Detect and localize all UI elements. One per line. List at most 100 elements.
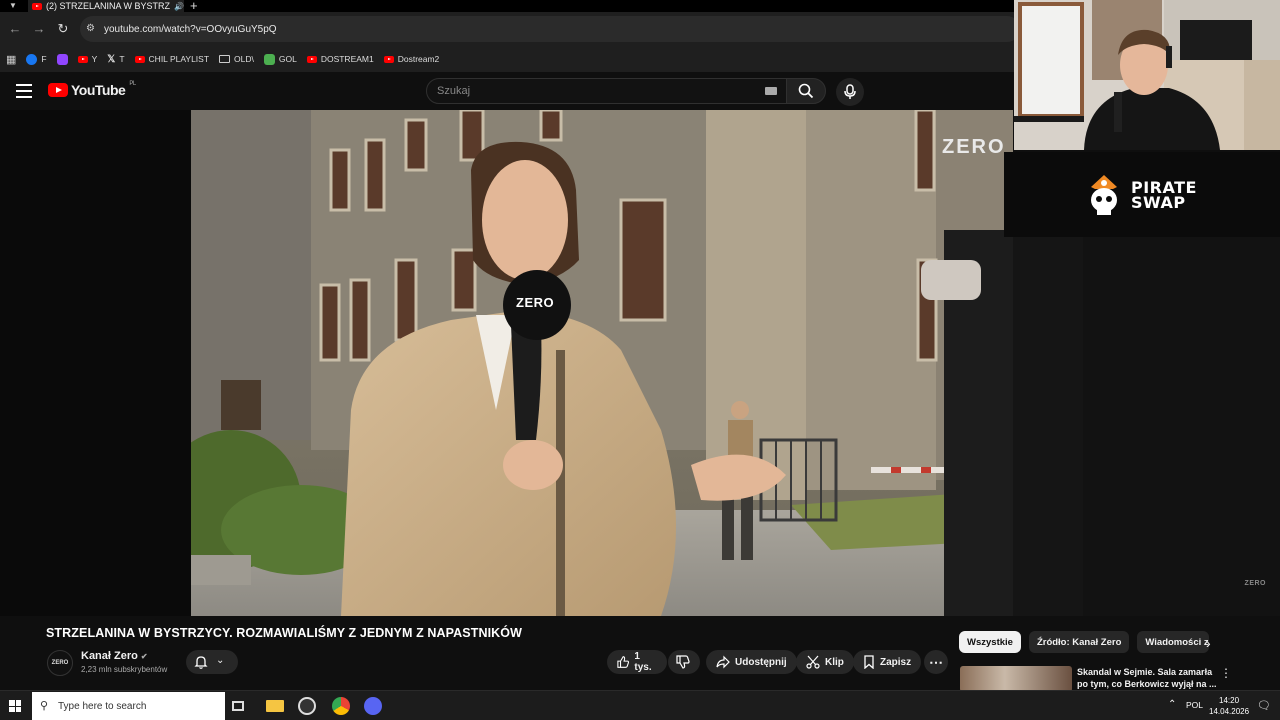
- search-placeholder: Szukaj: [437, 85, 471, 97]
- gol-icon: [263, 53, 275, 65]
- language-indicator[interactable]: POL: [1186, 700, 1203, 710]
- youtube-logo[interactable]: YouTube PL: [48, 81, 136, 98]
- save-label: Zapisz: [880, 656, 912, 668]
- site-info-icon[interactable]: ⚙: [86, 23, 95, 34]
- save-button[interactable]: Zapisz: [853, 650, 922, 674]
- tray-chevron-up-icon[interactable]: ⌃: [1168, 699, 1176, 710]
- task-view-icon[interactable]: [232, 701, 244, 711]
- folder-icon: [219, 55, 231, 63]
- bookmark-facebook[interactable]: F: [26, 53, 47, 65]
- youtube-icon: [77, 55, 88, 63]
- like-count: 1 tys.: [634, 651, 652, 673]
- bookmark-folder-old[interactable]: OLD\: [219, 54, 254, 64]
- file-explorer-icon[interactable]: [266, 700, 284, 712]
- youtube-icon: [306, 55, 317, 63]
- discord-icon[interactable]: [364, 697, 382, 715]
- logo-text: YouTube: [71, 82, 126, 98]
- windows-start-icon[interactable]: [9, 700, 21, 712]
- chip-all[interactable]: Wszystkie: [959, 631, 1021, 653]
- x-icon: 𝕏: [107, 53, 116, 65]
- video-frame: [191, 110, 1013, 616]
- dislike-button[interactable]: [668, 650, 700, 674]
- recommended-video[interactable]: Skandal w Sejmie. Sala zamarła po tym, c…: [960, 666, 1260, 692]
- thumbs-up-icon: [617, 656, 630, 668]
- chip-news[interactable]: Wiadomości z: [1137, 631, 1210, 653]
- share-button[interactable]: Udostępnij: [706, 650, 797, 674]
- chrome-icon[interactable]: [332, 697, 350, 715]
- bookmark-dostream2[interactable]: Dostream2: [383, 54, 439, 64]
- share-icon: [716, 655, 730, 669]
- chip-source-channel[interactable]: Źródło: Kanał Zero: [1028, 631, 1130, 653]
- channel-avatar[interactable]: ZERO: [47, 650, 73, 676]
- streamer-webcam: [1014, 0, 1280, 150]
- bell-icon: [194, 656, 208, 669]
- keyboard-icon[interactable]: [765, 87, 777, 95]
- forward-icon[interactable]: →: [30, 20, 48, 38]
- bookmark-chil-playlist[interactable]: CHIL PLAYLIST: [134, 54, 209, 64]
- share-label: Udostępnij: [735, 656, 787, 668]
- ambient-right-panel: ZERO: [1083, 237, 1280, 616]
- mic-flag-logo: ZERO: [516, 295, 555, 310]
- recommended-thumbnail: [960, 666, 1072, 692]
- reload-icon[interactable]: ↻: [54, 20, 72, 38]
- video-title: STRZELANINA W BYSTRZYCY. ROZMAWIALIŚMY Z…: [46, 626, 523, 640]
- youtube-icon: [134, 55, 145, 63]
- more-actions-button[interactable]: ⋯: [924, 650, 948, 674]
- corner-watermark: ZERO: [1244, 580, 1266, 587]
- more-vertical-icon[interactable]: ⋮: [1220, 666, 1232, 680]
- notification-icon[interactable]: 🗨: [1257, 699, 1271, 712]
- sponsor-wordmark: PIRATE SWAP: [1131, 177, 1197, 212]
- facebook-icon: [26, 53, 38, 65]
- scissors-icon: [806, 655, 820, 669]
- bookmark-youtube[interactable]: Y: [77, 54, 97, 64]
- speaker-icon[interactable]: 🔊: [174, 2, 184, 11]
- obs-icon[interactable]: [298, 697, 316, 715]
- verified-icon: ✔: [140, 652, 148, 661]
- subscription-bell-button[interactable]: ⌄: [186, 650, 238, 674]
- hamburger-menu-icon[interactable]: [16, 84, 32, 98]
- recommended-title: Skandal w Sejmie. Sala zamarła po tym, c…: [1077, 667, 1217, 689]
- subscriber-count: 2,23 mln subskrybentów: [81, 665, 168, 674]
- youtube-play-icon: [48, 83, 68, 97]
- video-watermark: ZERO: [942, 136, 1006, 158]
- bookmark-x[interactable]: 𝕏T: [107, 54, 124, 65]
- address-bar[interactable]: ⚙ youtube.com/watch?v=OOvyuGuY5pQ: [80, 16, 1020, 42]
- tab-list-button[interactable]: ▼: [6, 1, 20, 11]
- back-icon[interactable]: ←: [6, 20, 24, 38]
- sponsor-banner: PIRATE SWAP: [1004, 152, 1280, 237]
- thumbs-down-icon: [676, 655, 690, 669]
- more-horizontal-icon: ⋯: [929, 654, 943, 670]
- system-clock[interactable]: 14:20 14.04.2026: [1209, 695, 1249, 717]
- voice-search-button[interactable]: [836, 78, 864, 106]
- browser-tab-active[interactable]: (2) STRZELANINA W BYSTRZ 🔊 ✕: [28, 0, 184, 12]
- youtube-favicon-icon: [32, 2, 42, 10]
- chips-next-icon[interactable]: ›: [1206, 635, 1211, 651]
- bookmark-dostream1[interactable]: DOSTREAM1: [306, 54, 374, 64]
- microphone-icon: [844, 84, 856, 99]
- url-text: youtube.com/watch?v=OOvyuGuY5pQ: [104, 23, 277, 35]
- windows-taskbar: ⚲ Type here to search ⌃ POL 14:20 14.04.…: [0, 690, 1280, 720]
- youtube-icon: [383, 55, 394, 63]
- webcam-scene: [1014, 0, 1280, 150]
- video-player[interactable]: ZERO ZERO: [191, 110, 1013, 616]
- like-button[interactable]: 1 tys.: [607, 650, 667, 674]
- taskbar-search-input[interactable]: ⚲ Type here to search: [32, 692, 225, 720]
- twitch-icon: [56, 53, 68, 65]
- clip-button[interactable]: Klip: [796, 650, 854, 674]
- search-button[interactable]: [786, 78, 826, 104]
- search-input[interactable]: Szukaj: [426, 78, 788, 104]
- search-icon: [798, 83, 814, 99]
- logo-region: PL: [129, 81, 136, 87]
- tab-title: (2) STRZELANINA W BYSTRZ: [46, 1, 171, 11]
- clip-label: Klip: [825, 656, 844, 668]
- pirate-skull-icon: [1091, 174, 1117, 215]
- bookmark-icon: [864, 655, 874, 669]
- bookmark-twitch[interactable]: [56, 53, 68, 65]
- taskbar-search-placeholder: Type here to search: [58, 700, 147, 712]
- ambient-left-panel: [0, 110, 191, 616]
- apps-grid-icon[interactable]: ▦: [6, 53, 16, 66]
- search-icon: ⚲: [40, 700, 49, 712]
- bookmark-gol[interactable]: GOL: [263, 53, 297, 65]
- channel-name[interactable]: Kanał Zero ✔: [81, 650, 148, 662]
- chevron-down-icon: ⌄: [216, 655, 225, 666]
